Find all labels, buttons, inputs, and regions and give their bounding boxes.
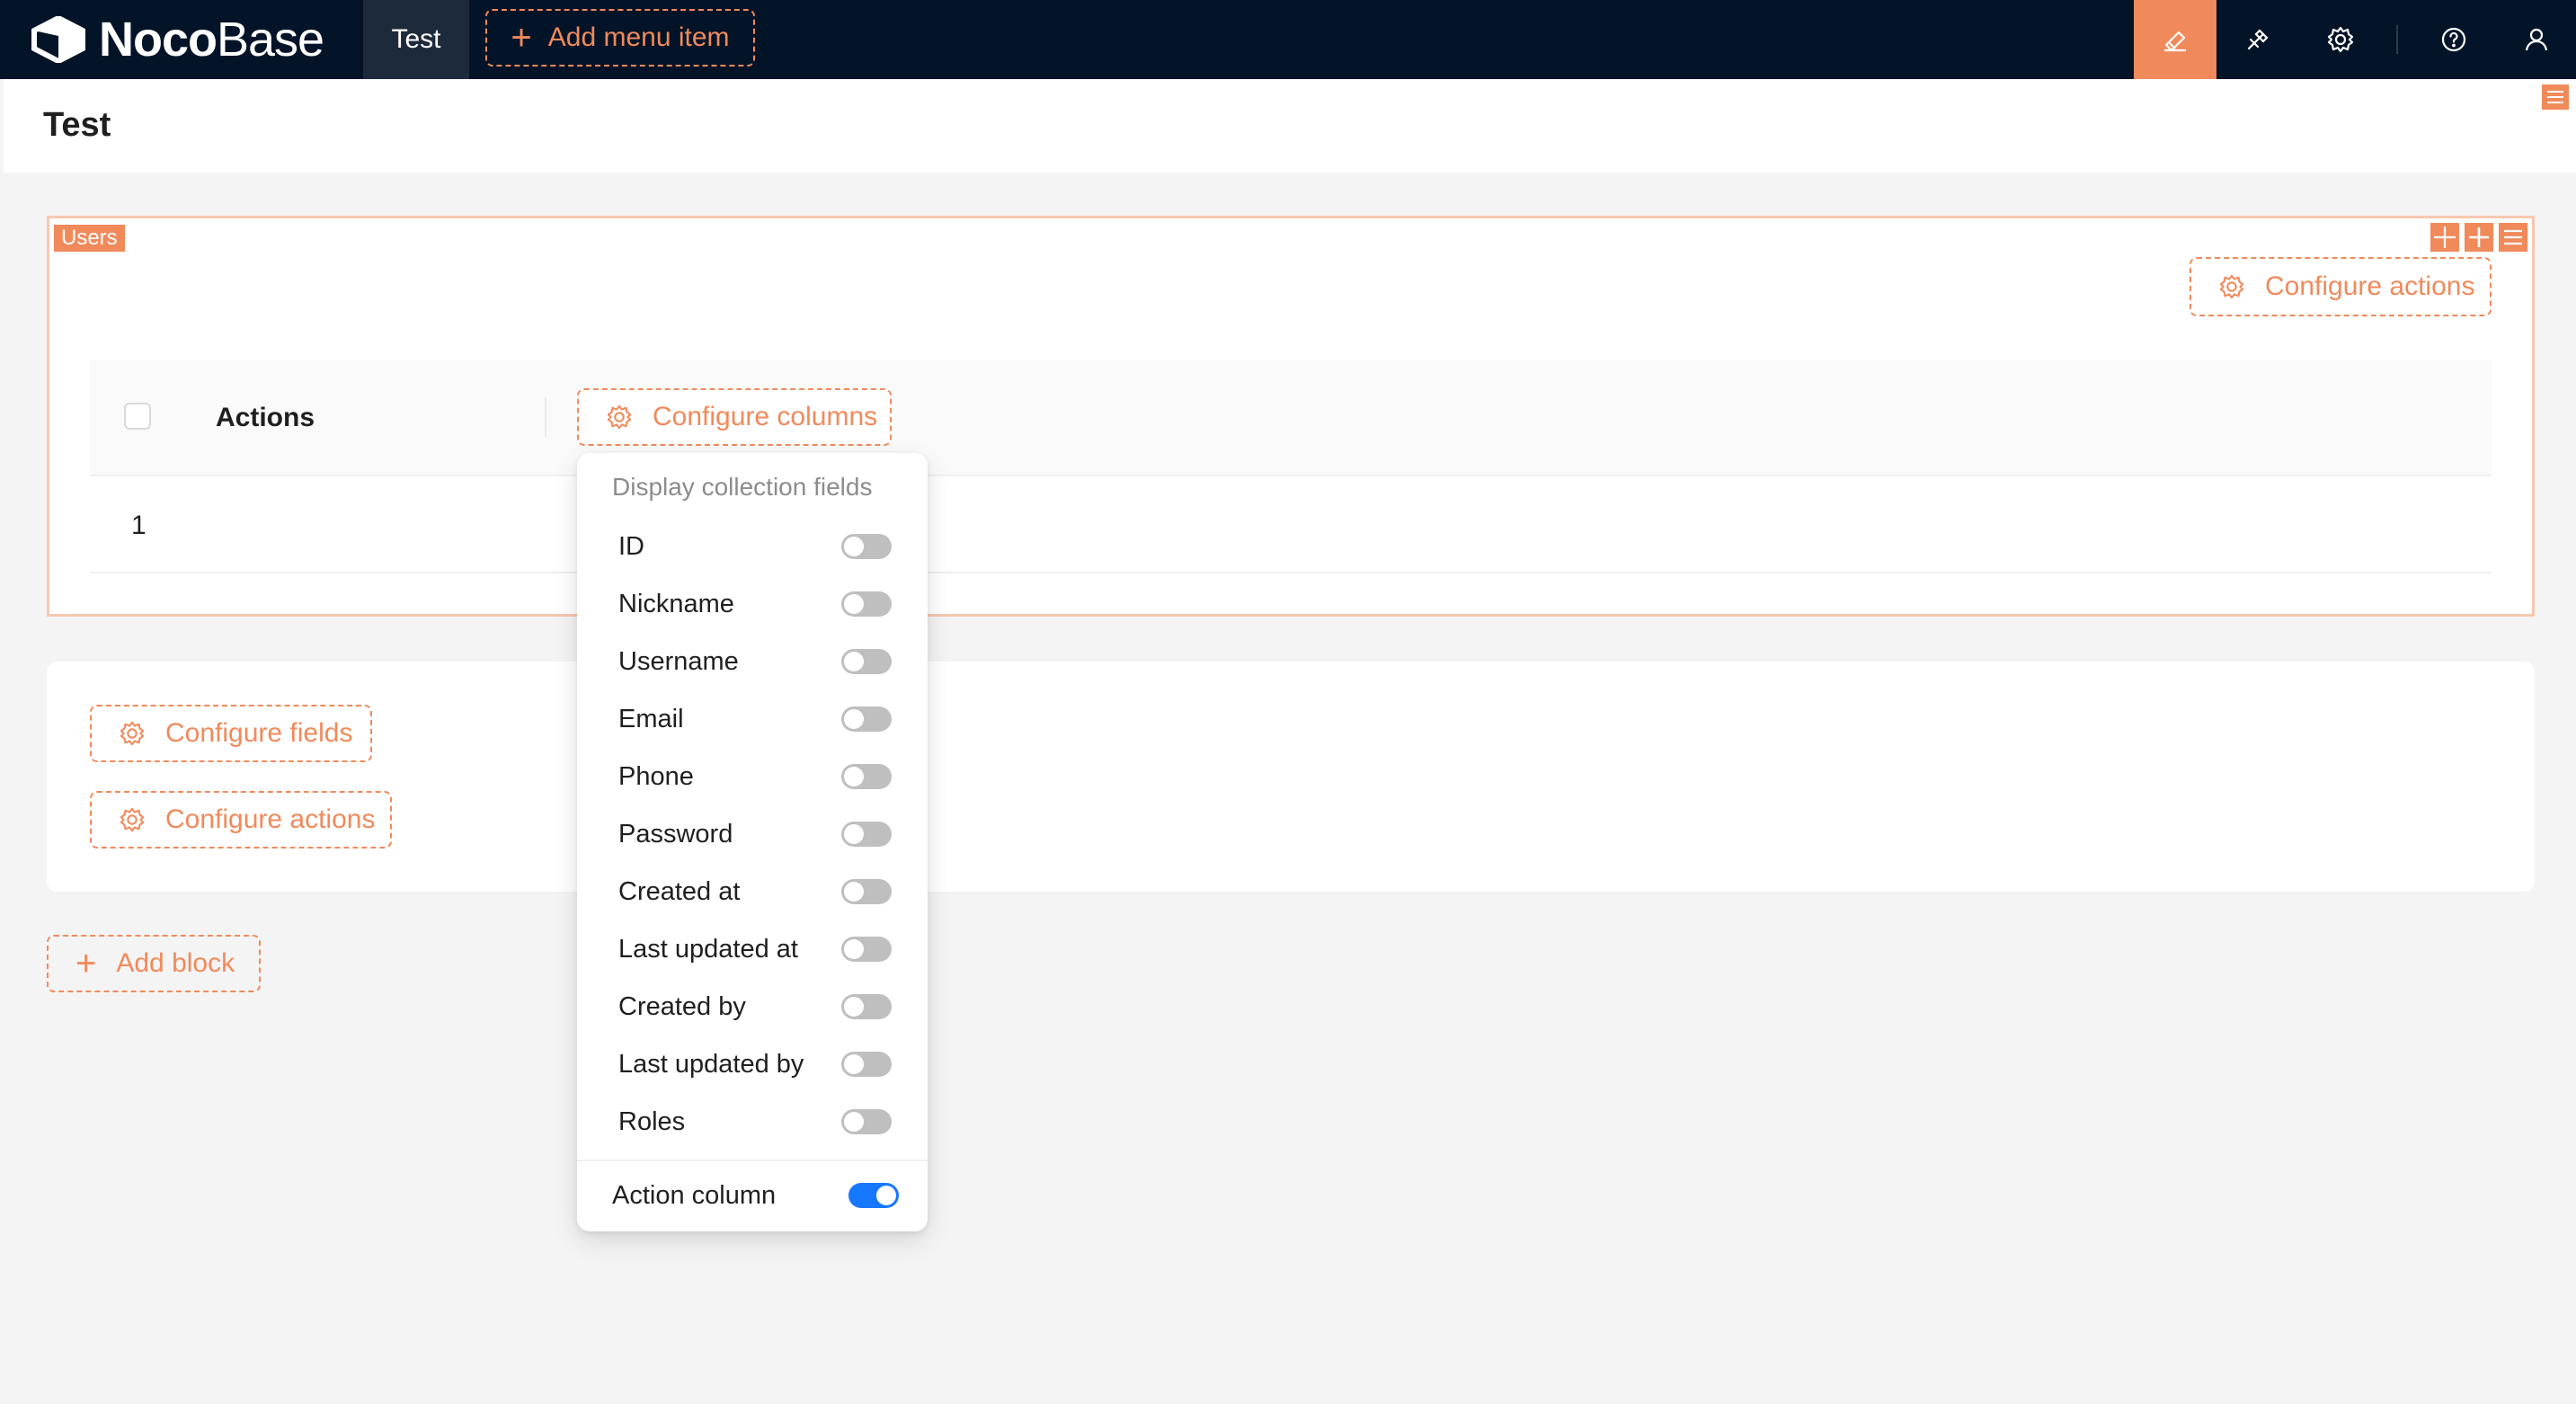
field-item-roles[interactable]: Roles xyxy=(618,1107,685,1137)
column-divider xyxy=(545,397,546,437)
field-toggle-last-updated-by[interactable] xyxy=(841,1052,892,1077)
nocobase-logo[interactable]: Noco Base xyxy=(31,13,324,67)
gear-icon xyxy=(2219,274,2244,299)
logo-text-bold: Noco xyxy=(99,13,218,67)
block-settings-button[interactable] xyxy=(2499,223,2527,252)
field-item-username[interactable]: Username xyxy=(618,647,739,677)
plus-icon xyxy=(2469,227,2489,247)
plus-icon: + xyxy=(511,18,532,58)
configure-actions-label: Configure actions xyxy=(2265,271,2475,301)
settings-icon xyxy=(2327,26,2354,53)
user-menu-button[interactable] xyxy=(2495,0,2576,79)
logo-cube-icon xyxy=(31,16,85,63)
page-header xyxy=(4,79,2576,173)
configure-actions-button[interactable]: Configure actions xyxy=(2190,257,2492,316)
dropdown-divider xyxy=(577,1160,928,1161)
field-item-email[interactable]: Email xyxy=(618,705,684,734)
block-collection-badge: Users xyxy=(54,225,125,252)
field-item-phone[interactable]: Phone xyxy=(618,762,694,792)
field-item-id[interactable]: ID xyxy=(618,532,644,562)
field-item-password[interactable]: Password xyxy=(618,820,733,849)
add-menu-item-label: Add menu item xyxy=(547,22,730,52)
field-item-created-by[interactable]: Created by xyxy=(618,992,746,1022)
plugin-manager-button[interactable] xyxy=(2216,0,2299,79)
ui-editor-button[interactable] xyxy=(2134,0,2216,79)
action-column-toggle[interactable] xyxy=(848,1183,899,1208)
gear-icon xyxy=(607,404,632,430)
menu-tab-test[interactable]: Test xyxy=(363,0,469,79)
ui-editor-icon xyxy=(2164,31,2186,52)
configure-columns-button[interactable]: Configure columns xyxy=(577,388,892,446)
help-icon xyxy=(2441,27,2466,52)
page-title: Test xyxy=(43,106,111,144)
column-header-actions: Actions xyxy=(216,403,315,432)
field-toggle-id[interactable] xyxy=(841,534,892,559)
select-all-checkbox[interactable] xyxy=(124,403,151,430)
field-toggle-nickname[interactable] xyxy=(841,591,892,617)
add-block-label: Add block xyxy=(116,948,235,978)
field-item-last-updated-by[interactable]: Last updated by xyxy=(618,1050,804,1080)
table-row-index: 1 xyxy=(131,511,147,540)
configure-fields-button[interactable]: Configure fields xyxy=(90,705,372,762)
table-header xyxy=(90,360,2492,476)
page-settings-menu-button[interactable] xyxy=(2542,84,2569,110)
gear-icon xyxy=(120,721,145,746)
drag-icon xyxy=(2434,227,2456,248)
gear-icon xyxy=(120,807,145,832)
field-toggle-phone[interactable] xyxy=(841,764,892,789)
field-toggle-password[interactable] xyxy=(841,822,892,847)
configure-columns-label: Configure columns xyxy=(653,402,878,431)
field-toggle-email[interactable] xyxy=(841,706,892,732)
plus-icon: + xyxy=(76,944,97,983)
configure-fields-label: Configure fields xyxy=(165,718,353,748)
help-button[interactable] xyxy=(2412,0,2495,79)
action-column-item[interactable]: Action column xyxy=(612,1181,776,1211)
table-row-divider xyxy=(90,572,2492,573)
menu-icon xyxy=(2547,91,2563,103)
block-insert-button[interactable] xyxy=(2465,223,2493,252)
field-toggle-created-at[interactable] xyxy=(841,879,892,904)
field-toggle-roles[interactable] xyxy=(841,1109,892,1134)
field-item-nickname[interactable]: Nickname xyxy=(618,590,734,619)
field-item-created-at[interactable]: Created at xyxy=(618,877,740,907)
field-toggle-username[interactable] xyxy=(841,649,892,674)
topbar-divider xyxy=(2396,25,2398,54)
logo-text-light: Base xyxy=(217,13,324,67)
user-icon xyxy=(2525,28,2548,51)
dropdown-group-title: Display collection fields xyxy=(612,473,873,501)
block-drag-handle[interactable] xyxy=(2430,223,2459,252)
menu-icon xyxy=(2504,229,2522,245)
field-item-last-updated-at[interactable]: Last updated at xyxy=(618,935,798,964)
form-configure-actions-label: Configure actions xyxy=(165,804,376,834)
field-toggle-created-by[interactable] xyxy=(841,994,892,1019)
form-block xyxy=(47,662,2535,892)
add-menu-item-button[interactable]: + Add menu item xyxy=(485,9,755,67)
plugin-manager-icon xyxy=(2247,29,2269,50)
field-toggle-last-updated-at[interactable] xyxy=(841,937,892,962)
settings-button[interactable] xyxy=(2299,0,2382,79)
add-block-button[interactable]: + Add block xyxy=(47,935,261,992)
form-configure-actions-button[interactable]: Configure actions xyxy=(90,791,392,849)
